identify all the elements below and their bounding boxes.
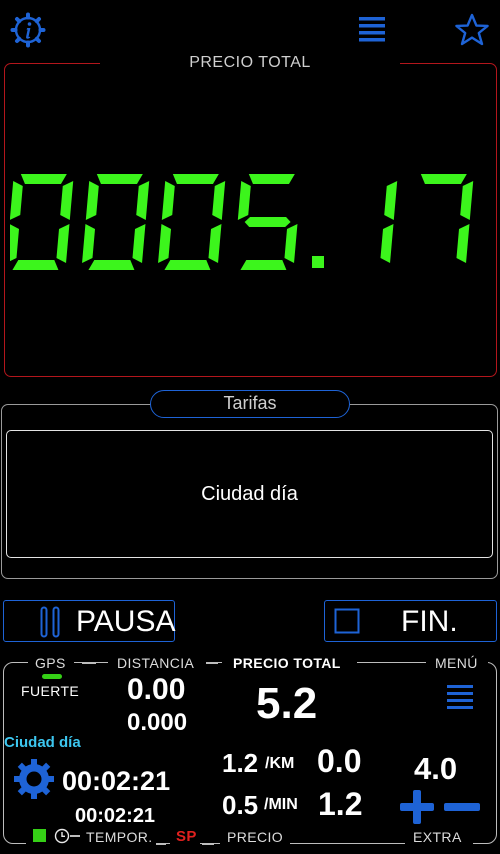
rate-per-min: 0.5	[222, 790, 259, 820]
pause-icon	[40, 606, 60, 638]
current-tariff-name: Ciudad día	[4, 734, 81, 751]
rate-per-min-unit: /MIN	[264, 796, 298, 813]
minus-icon[interactable]	[444, 800, 480, 814]
menu-icon[interactable]	[447, 684, 473, 712]
price-by-distance: 0.0	[317, 743, 362, 779]
tariff-selector[interactable]: Ciudad día	[6, 430, 493, 558]
gps-signal-label: FUERTE	[21, 683, 80, 699]
trip-timer: 00:02:21	[62, 766, 171, 796]
timer-label: TEMPOR.	[86, 829, 153, 845]
gps-label: GPS	[35, 655, 66, 671]
star-outline-icon[interactable]	[454, 13, 490, 47]
clock-icon	[54, 828, 70, 844]
digit-5	[420, 174, 474, 263]
settings-gear-icon[interactable]	[13, 758, 55, 800]
extra-label: EXTRA	[413, 829, 462, 845]
sp-label: SP	[176, 828, 197, 845]
digit-3	[237, 174, 298, 270]
green-status-square	[33, 829, 46, 842]
gps-signal-bar	[42, 674, 62, 679]
finish-button[interactable]: FIN.	[324, 600, 497, 642]
menu-label: MENÚ	[435, 655, 478, 671]
price-by-time: 1.2	[318, 786, 363, 822]
plus-icon[interactable]	[400, 790, 434, 824]
wait-timer: 00:02:21	[75, 805, 156, 827]
finish-label: FIN.	[401, 605, 458, 638]
stop-icon	[334, 608, 360, 634]
decimal-point	[312, 256, 324, 268]
price-panel-title: PRECIO TOTAL	[100, 54, 400, 76]
total-price-value: 5.2	[256, 679, 318, 728]
distance-value-secondary: 0.000	[127, 709, 188, 736]
info-gear-icon[interactable]	[10, 12, 46, 48]
price-label: PRECIO	[227, 829, 284, 845]
pause-label: PAUSA	[76, 605, 176, 638]
digit-0	[6, 174, 74, 270]
rate-per-km: 1.2	[222, 748, 259, 778]
seven-segment-price-display	[6, 172, 490, 272]
tariff-selected-label: Ciudad día	[201, 482, 298, 505]
rate-per-km-unit: /KM	[265, 755, 295, 772]
pause-button[interactable]: PAUSA	[3, 600, 175, 642]
distance-label: DISTANCIA	[117, 655, 195, 671]
total-price-label: PRECIO TOTAL	[233, 655, 341, 671]
digit-1	[82, 174, 150, 270]
hamburger-menu-icon[interactable]	[359, 16, 385, 44]
digit-2	[158, 174, 226, 270]
digit-4	[380, 181, 398, 263]
tariffs-title: Tarifas	[150, 390, 350, 418]
extra-value: 4.0	[414, 751, 458, 786]
distance-value: 0.00	[127, 673, 186, 706]
